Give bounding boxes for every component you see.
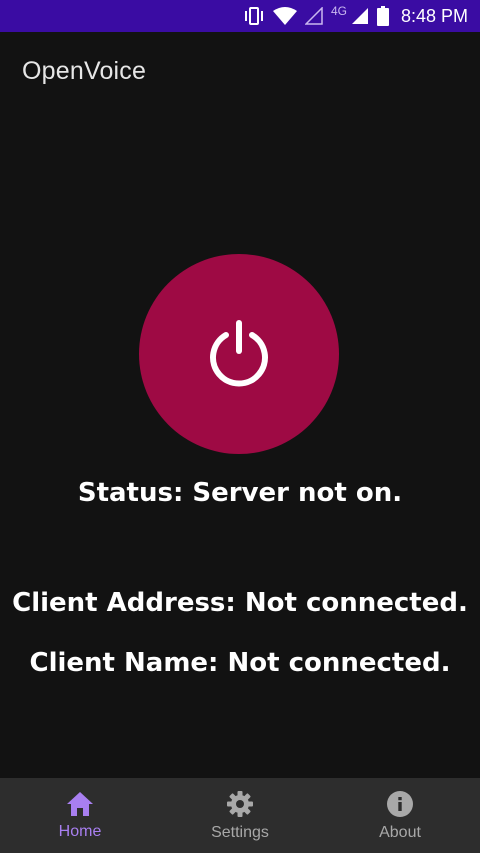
home-icon bbox=[66, 791, 94, 817]
app-bar: OpenVoice bbox=[0, 32, 480, 110]
clock: 8:48 PM bbox=[400, 5, 468, 26]
nav-item-settings-label: Settings bbox=[211, 823, 269, 841]
nav-item-home-label: Home bbox=[58, 822, 102, 840]
status-bar: 4G 8:48 PM bbox=[0, 0, 480, 32]
gear-icon bbox=[226, 790, 254, 818]
power-button[interactable] bbox=[139, 254, 339, 454]
bottom-navigation: Home Settings About bbox=[0, 778, 480, 853]
nav-item-home[interactable]: Home bbox=[0, 778, 160, 853]
battery-icon bbox=[376, 6, 389, 26]
server-status-text: Status: Server not on. bbox=[77, 478, 403, 508]
client-address-text: Client Address: Not connected. bbox=[12, 588, 468, 618]
vibrate-icon bbox=[243, 7, 265, 25]
power-icon bbox=[204, 317, 274, 392]
signal-empty-icon bbox=[304, 7, 323, 25]
nav-item-about-label: About bbox=[379, 823, 421, 841]
wifi-icon bbox=[272, 7, 297, 25]
client-name-text: Client Name: Not connected. bbox=[29, 648, 451, 678]
nav-item-settings[interactable]: Settings bbox=[160, 778, 320, 853]
nav-item-about[interactable]: About bbox=[320, 778, 480, 853]
info-icon bbox=[386, 790, 414, 818]
network-type: 4G bbox=[330, 4, 347, 18]
signal-icon bbox=[351, 7, 369, 25]
app-title: OpenVoice bbox=[22, 56, 147, 85]
